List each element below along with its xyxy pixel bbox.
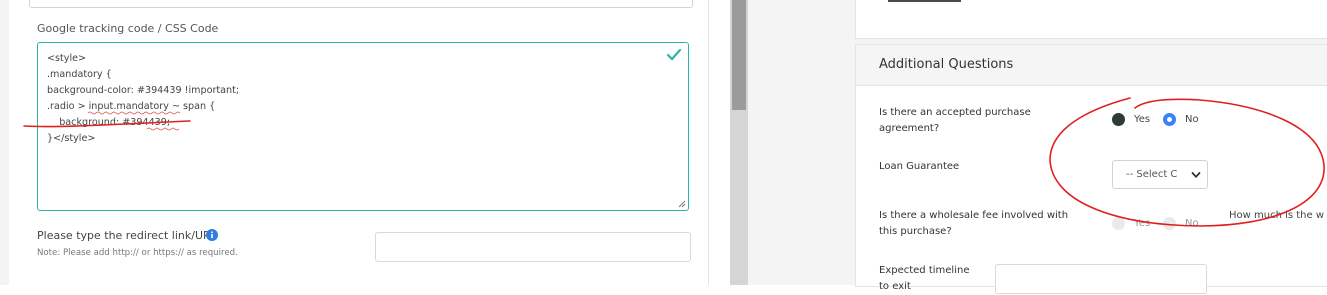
code-line: .radio > input.mandatory ~ span { <box>47 101 216 112</box>
redirect-url-note: Note: Please add http:// or https:// as … <box>37 248 238 258</box>
question-label-line: this purchase? <box>879 226 952 237</box>
css-code-textarea[interactable]: <style> .mandatory { background-color: #… <box>37 42 689 211</box>
scrollbar-thumb[interactable] <box>732 0 746 110</box>
redirect-url-label: Please type the redirect link/URL <box>37 229 217 242</box>
radio-label-yes: Yes <box>1134 218 1151 229</box>
resize-grip-icon[interactable] <box>678 200 686 208</box>
css-code-label: Google tracking code / CSS Code <box>37 22 219 35</box>
info-icon[interactable] <box>206 229 218 241</box>
check-icon <box>666 48 682 61</box>
radio-purchase-agreement-yes[interactable] <box>1112 113 1125 126</box>
question-label-purchase-agreement: Is there an accepted purchase agreement? <box>879 105 1031 137</box>
chevron-down-icon <box>1191 172 1201 178</box>
code-line: .mandatory { <box>47 69 112 80</box>
wholesale-fee-amount-label: How much is the w <box>1229 210 1325 221</box>
question-label-expected-timeline: Expected timeline to exit <box>879 263 969 295</box>
question-label-line: Is there an accepted purchase <box>879 107 1031 118</box>
code-line: background: #394439; <box>47 117 171 128</box>
redirect-url-input[interactable] <box>375 232 691 262</box>
radio-label-yes: Yes <box>1134 114 1151 125</box>
radio-wholesale-fee-no[interactable] <box>1163 217 1176 230</box>
select-value: -- Select C <box>1126 169 1178 180</box>
radio-label-no: No <box>1185 218 1199 229</box>
question-label-loan-guarantee: Loan Guarantee <box>879 161 960 172</box>
question-label-line: Is there a wholesale fee involved with <box>879 210 1069 221</box>
radio-wholesale-fee-yes[interactable] <box>1112 217 1125 230</box>
question-label-line: Expected timeline <box>879 265 970 276</box>
radio-purchase-agreement-no[interactable] <box>1163 113 1176 126</box>
question-label-line: to exit <box>879 281 911 292</box>
code-line: <style> <box>47 53 87 64</box>
loan-guarantee-select[interactable]: -- Select C <box>1112 160 1208 189</box>
expected-timeline-input[interactable] <box>995 264 1207 294</box>
previous-section-underline <box>888 0 961 2</box>
question-label-wholesale-fee: Is there a wholesale fee involved with t… <box>879 208 1068 240</box>
previous-section-card <box>855 0 1327 39</box>
previous-textarea[interactable] <box>29 0 693 8</box>
question-label-line: agreement? <box>879 123 940 134</box>
radio-label-no: No <box>1185 114 1199 125</box>
code-line: background-color: #394439 !important; <box>47 85 240 96</box>
code-line: }</style> <box>47 133 96 144</box>
section-title: Additional Questions <box>879 57 1014 72</box>
